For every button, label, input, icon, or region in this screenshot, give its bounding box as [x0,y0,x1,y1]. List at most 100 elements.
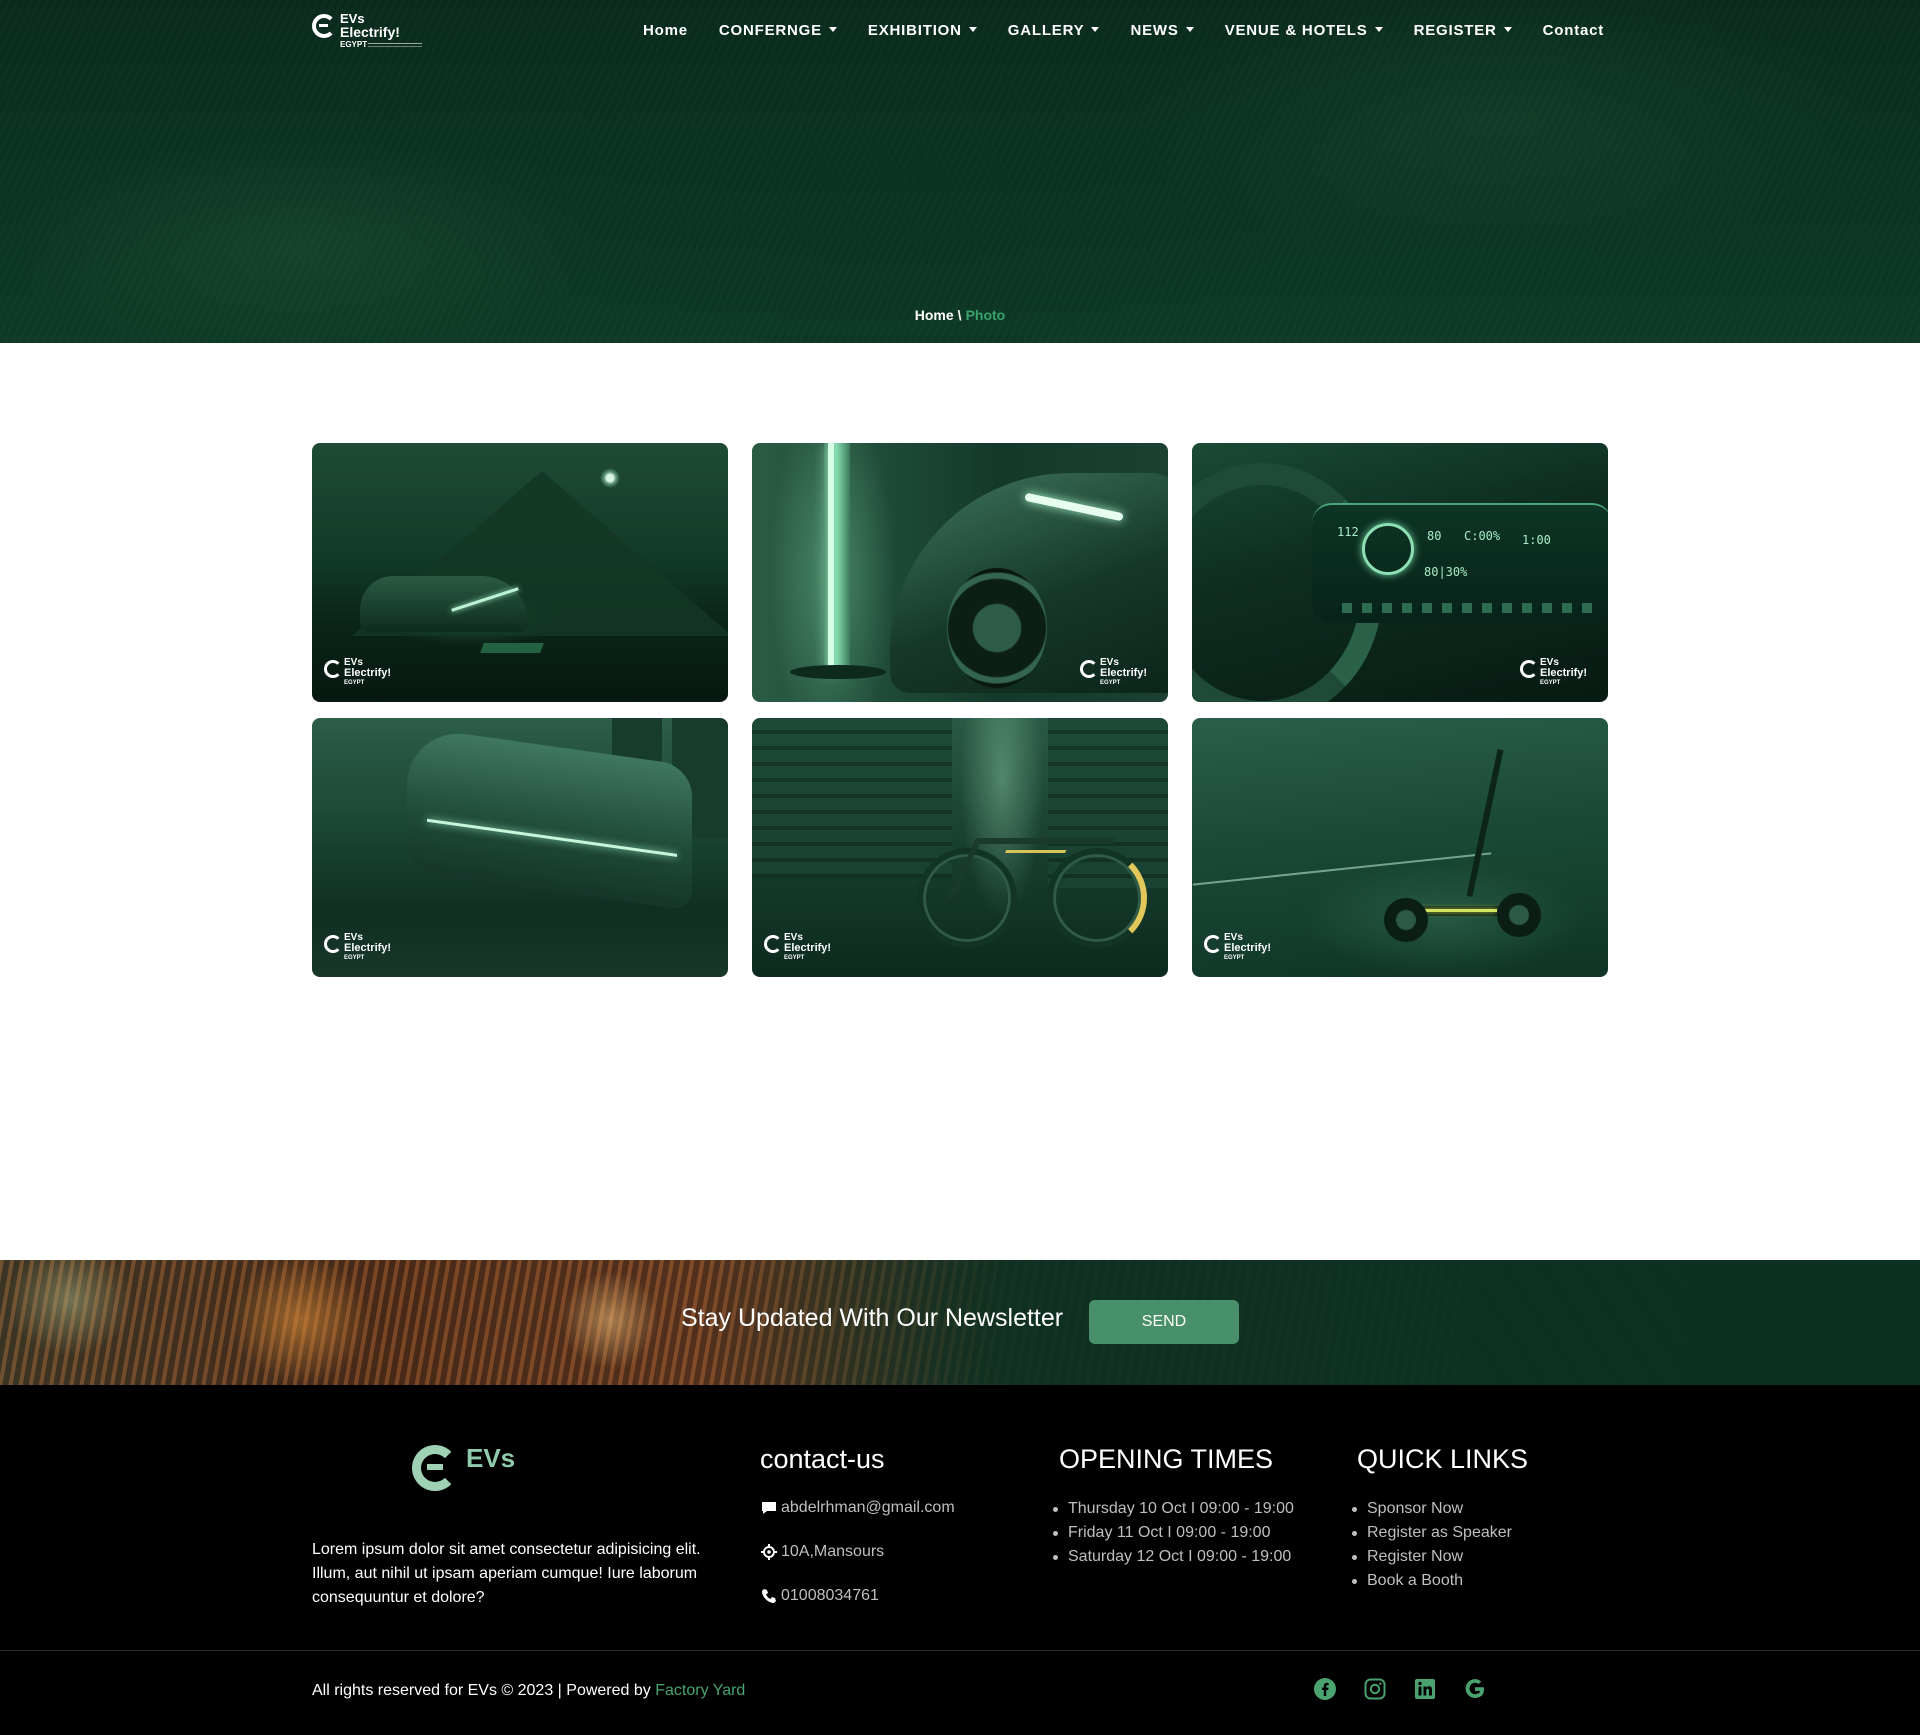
newsletter-title: Stay Updated With Our Newsletter [681,1304,1064,1332]
nav-news[interactable]: NEWS [1130,22,1194,39]
dashboard-readout: 112 [1337,525,1359,539]
photo-watermark: EVs Electrify! EGYPT [1520,658,1600,688]
powered-by-link[interactable]: Factory Yard [655,1682,745,1699]
footer-logo[interactable]: EVs [412,1443,532,1495]
footer-email[interactable]: abdelrhman@gmail.com [760,1499,955,1517]
watermark-text-egypt: EGYPT [784,955,805,961]
watermark-text-electrify: Electrify! [344,942,392,954]
logo-tagline-lines [368,43,422,47]
newsletter-send-button[interactable]: SEND [1089,1300,1239,1344]
gallery-photo-car-charging[interactable]: EVs Electrify! EGYPT [752,443,1168,702]
hero-banner [0,0,1920,343]
photo-watermark: EVs Electrify! EGYPT [324,933,404,963]
linkedin-icon[interactable] [1413,1677,1437,1701]
nav-venue-hotels[interactable]: VENUE & HOTELS [1225,22,1383,39]
breadcrumb-home-link[interactable]: Home [915,307,954,323]
location-crosshair-icon [760,1544,777,1561]
footer-address-text: 10A,Mansours [781,1543,885,1560]
charger-base [790,665,886,679]
logo-text-electrify: Electrify! [340,24,400,40]
phone-icon [760,1588,777,1605]
light-streak [1192,852,1492,886]
message-icon [760,1500,777,1517]
nav-register[interactable]: REGISTER [1414,22,1512,39]
gallery-photo-scooter[interactable]: EVs Electrify! EGYPT [1192,718,1608,977]
scooter-wheel [1497,893,1541,937]
google-icon[interactable] [1463,1677,1487,1701]
logo-text-egypt: EGYPT [340,40,368,49]
site-logo[interactable]: EVs Electrify! EGYPT [312,12,422,52]
photo-gallery: EVs Electrify! EGYPT EVs Electrify! EGYP… [312,443,1608,977]
caret-down-icon [1503,27,1512,32]
bicycle-frame [948,838,1116,898]
gallery-photo-bus[interactable]: EVs Electrify! EGYPT [312,718,728,977]
caret-down-icon [828,27,837,32]
quick-link-sponsor[interactable]: Sponsor Now [1349,1497,1512,1521]
dashboard-readout: 1:00 [1522,533,1551,547]
car-wheel [947,568,1047,688]
opening-times-list: Thursday 10 Oct I 09:00 - 19:00 Friday 1… [1050,1497,1294,1569]
quick-link-register-now[interactable]: Register Now [1349,1545,1512,1569]
dashboard-vents [1342,603,1592,613]
watermark-logo-icon [324,660,342,678]
footer-address: 10A,Mansours [760,1543,884,1561]
site-footer [0,1385,1920,1735]
watermark-text-electrify: Electrify! [344,667,392,679]
caret-down-icon [968,27,977,32]
watermark-text-egypt: EGYPT [344,680,365,686]
footer-quick-links-heading: QUICK LINKS [1357,1444,1529,1474]
dashboard-readout: 80|30% [1424,565,1468,579]
gallery-photo-bicycle[interactable]: EVs Electrify! EGYPT [752,718,1168,977]
nav-home[interactable]: Home [643,22,688,39]
watermark-text-electrify: Electrify! [1224,942,1272,954]
footer-email-text: abdelrhman@gmail.com [781,1499,955,1516]
quick-link-book-booth[interactable]: Book a Booth [1349,1569,1512,1593]
charger-pole [824,443,850,673]
list-item: Friday 11 Oct I 09:00 - 19:00 [1050,1521,1294,1545]
watermark-logo-icon [1080,660,1098,678]
watermark-text-egypt: EGYPT [344,955,365,961]
scooter-stem [1466,749,1504,897]
watermark-logo-icon [1204,935,1222,953]
scooter-wheel [1384,898,1428,942]
watermark-text-egypt: EGYPT [1540,680,1561,686]
footer-copyright: All rights reserved for EVs © 2023 | Pow… [312,1682,745,1700]
photo-watermark: EVs Electrify! EGYPT [764,933,844,963]
building-shape [752,718,952,878]
footer-about-text: Lorem ipsum dolor sit amet consectetur a… [312,1541,701,1606]
breadcrumb-current: Photo [965,307,1006,323]
quick-link-register-speaker[interactable]: Register as Speaker [1349,1521,1512,1545]
footer-phone-text: 01008034761 [781,1587,879,1604]
gallery-photo-dashboard[interactable]: 112 80 C:00% 1:00 80|30% EVs Electrify! … [1192,443,1608,702]
footer-contact-heading: contact-us [760,1444,885,1474]
caret-down-icon [1091,27,1100,32]
car-shape [360,576,528,632]
footer-opening-heading: OPENING TIMES [1059,1444,1274,1474]
facebook-icon[interactable] [1313,1677,1337,1701]
nav-contact[interactable]: Contact [1543,22,1604,39]
list-item: Thursday 10 Oct I 09:00 - 19:00 [1050,1497,1294,1521]
nav-conference[interactable]: CONFERNGE [719,22,837,39]
footer-logo-text: EVs [466,1443,516,1473]
footer-divider [0,1650,1920,1651]
instagram-icon[interactable] [1363,1677,1387,1701]
watermark-text-egypt: EGYPT [1100,680,1121,686]
watermark-logo-icon [764,935,782,953]
ground-glow [480,643,544,653]
breadcrumb-separator: \ [957,307,962,323]
caret-down-icon [1374,27,1383,32]
dashboard-readout: 80 [1427,529,1442,543]
footer-phone[interactable]: 01008034761 [760,1587,879,1605]
nav-exhibition[interactable]: EXHIBITION [868,22,977,39]
main-nav: Home CONFERNGE EXHIBITION GALLERY NEWS V… [643,22,1635,39]
list-item: Saturday 12 Oct I 09:00 - 19:00 [1050,1545,1294,1569]
breadcrumb: Home \ Photo [0,307,1920,323]
footer-logo-mark-icon [412,1445,458,1491]
watermark-text-electrify: Electrify! [784,942,832,954]
photo-watermark: EVs Electrify! EGYPT [324,658,404,688]
watermark-text-electrify: Electrify! [1540,667,1588,679]
gallery-photo-car-pyramid[interactable]: EVs Electrify! EGYPT [312,443,728,702]
nav-gallery[interactable]: GALLERY [1008,22,1100,39]
copyright-text: All rights reserved for EVs © 2023 | Pow… [312,1682,656,1699]
logo-mark-icon [312,14,336,38]
